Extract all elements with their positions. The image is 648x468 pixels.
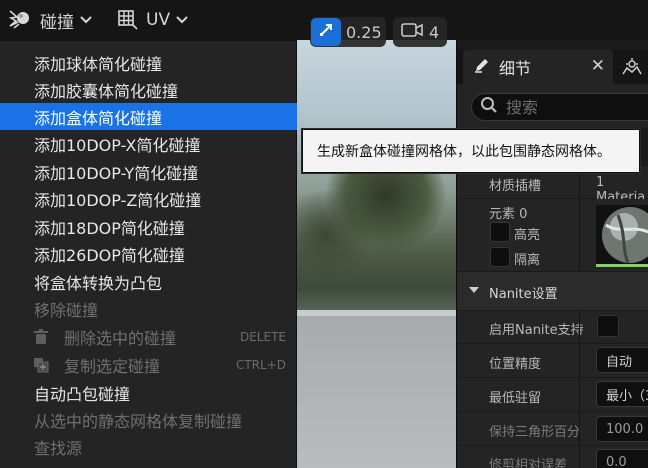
pencil-icon [473, 56, 491, 78]
trash-icon [33, 329, 49, 349]
chevron-down-icon [176, 15, 188, 25]
menu-item-add-sphere[interactable]: 添加球体简化碰撞 [0, 49, 297, 76]
uv-menu-button[interactable]: UV [116, 6, 188, 34]
keep-triangle-percent-row: 保持三角形百分 100.0 [457, 412, 648, 445]
details-tab-title: 细节 [499, 59, 532, 78]
search-input[interactable] [506, 95, 626, 119]
isolate-checkbox[interactable] [490, 247, 510, 267]
uv-grid-icon [116, 9, 138, 31]
nanite-settings-section[interactable]: Nanite设置 [457, 272, 648, 310]
enable-nanite-label: 启用Nanite支持 [489, 323, 584, 338]
position-precision-label: 位置精度 [489, 357, 542, 372]
menu-item-auto-convex-collision[interactable]: 自动凸包碰撞 [0, 379, 297, 406]
chevron-down-icon [468, 284, 480, 299]
column-divider [579, 344, 580, 377]
duplicate-icon [33, 357, 49, 377]
menu-item-convert-box-to-convex[interactable]: 将盒体转换为凸包 [0, 268, 297, 295]
menu-item-copy-collision-from-selected[interactable]: 从选中的静态网格体复制碰撞 [0, 406, 297, 433]
level-viewport[interactable] [296, 40, 456, 468]
menu-item-tooltip: 生成新盒体碰撞网格体，以此包围静态网格体。 [302, 129, 640, 173]
collision-menu-button[interactable]: 碰撞 [8, 6, 92, 34]
keep-triangle-label: 保持三角形百分 [489, 425, 581, 440]
menu-item-add-18dop[interactable]: 添加18DOP简化碰撞 [0, 213, 297, 240]
column-divider [579, 378, 580, 411]
menu-item-add-10dop-x[interactable]: 添加10DOP-X简化碰撞 [0, 130, 297, 157]
material-thumbnail[interactable] [596, 205, 648, 267]
min-residency-row: 最低驻留 最小（3 [457, 378, 648, 411]
tab-details[interactable]: 细节 ✕ [463, 50, 613, 84]
menu-item-add-26dop[interactable]: 添加26DOP简化碰撞 [0, 240, 297, 267]
min-residency-label: 最低驻留 [489, 391, 542, 406]
menu-item-remove-collision[interactable]: 移除碰撞 [0, 295, 297, 322]
enable-nanite-checkbox[interactable] [597, 315, 619, 337]
isolate-label: 隔离 [514, 253, 541, 268]
menu-item-add-10dop-y[interactable]: 添加10DOP-Y简化碰撞 [0, 158, 297, 185]
chevron-down-icon [80, 15, 92, 25]
details-search-box[interactable] [471, 93, 648, 121]
enable-nanite-row: 启用Nanite支持 [457, 311, 648, 343]
highlight-label: 高亮 [514, 228, 541, 243]
keep-triangle-input[interactable]: 100.0 [596, 416, 648, 442]
details-search-row [457, 84, 648, 128]
min-residency-dropdown[interactable]: 最小（3 [596, 381, 648, 407]
column-divider [579, 412, 580, 445]
menu-item-add-capsule[interactable]: 添加胶囊体简化碰撞 [0, 76, 297, 103]
search-icon [480, 96, 498, 118]
camera-speed-control[interactable]: 4 [393, 17, 447, 47]
shortcut-label: DELETE [239, 329, 286, 344]
snap-toggle-button[interactable] [311, 18, 341, 46]
column-divider [579, 446, 580, 468]
element-label: 元素 0 [489, 207, 528, 222]
menu-item-add-box[interactable]: 添加盒体简化碰撞 [0, 103, 297, 130]
material-slot-label: 材质插槽 [489, 179, 542, 194]
world-settings-icon[interactable] [621, 57, 643, 81]
collision-icon [8, 8, 34, 32]
uv-menu-label: UV [146, 10, 171, 30]
menu-item-delete-selected-collision[interactable]: 删除选中的碰撞 DELETE [0, 323, 297, 350]
details-panel: 细节 ✕ 材质插槽 1 Materia 元素 [456, 40, 648, 468]
snap-value: 0.25 [346, 22, 382, 42]
material-element-row: 元素 0 高亮 隔离 [457, 199, 648, 271]
column-divider [579, 199, 580, 271]
snap-size-control[interactable]: 0.25 [310, 17, 386, 47]
shortcut-label: CTRL+D [235, 357, 286, 372]
column-divider [579, 311, 580, 343]
position-precision-row: 位置精度 自动 [457, 344, 648, 377]
menu-item-find-source[interactable]: 查找源 [0, 433, 297, 460]
camera-icon [401, 22, 423, 42]
nanite-section-title: Nanite设置 [489, 287, 558, 302]
tooltip-text: 生成新盒体碰撞网格体，以此包围静态网格体。 [317, 144, 611, 160]
menu-item-duplicate-selected-collision[interactable]: 复制选定碰撞 CTRL+D [0, 351, 297, 378]
details-tab-bar: 细节 ✕ [457, 50, 648, 84]
highlight-checkbox[interactable] [490, 222, 510, 242]
position-precision-dropdown[interactable]: 自动 [596, 347, 648, 373]
camera-speed-value: 4 [429, 22, 440, 42]
collision-dropdown-menu: 添加球体简化碰撞 添加胶囊体简化碰撞 添加盒体简化碰撞 添加10DOP-X简化碰… [0, 40, 297, 468]
trim-error-input[interactable]: 0.0 [596, 449, 648, 468]
trim-error-label: 修剪相对误差 [489, 458, 568, 468]
menu-item-add-10dop-z[interactable]: 添加10DOP-Z简化碰撞 [0, 185, 297, 212]
scale-arrow-icon [318, 22, 334, 42]
trim-relative-error-row: 修剪相对误差 0.0 [457, 446, 648, 468]
collision-menu-label: 碰撞 [40, 12, 74, 33]
viewport-floor [296, 316, 456, 468]
close-icon[interactable]: ✕ [591, 56, 605, 76]
